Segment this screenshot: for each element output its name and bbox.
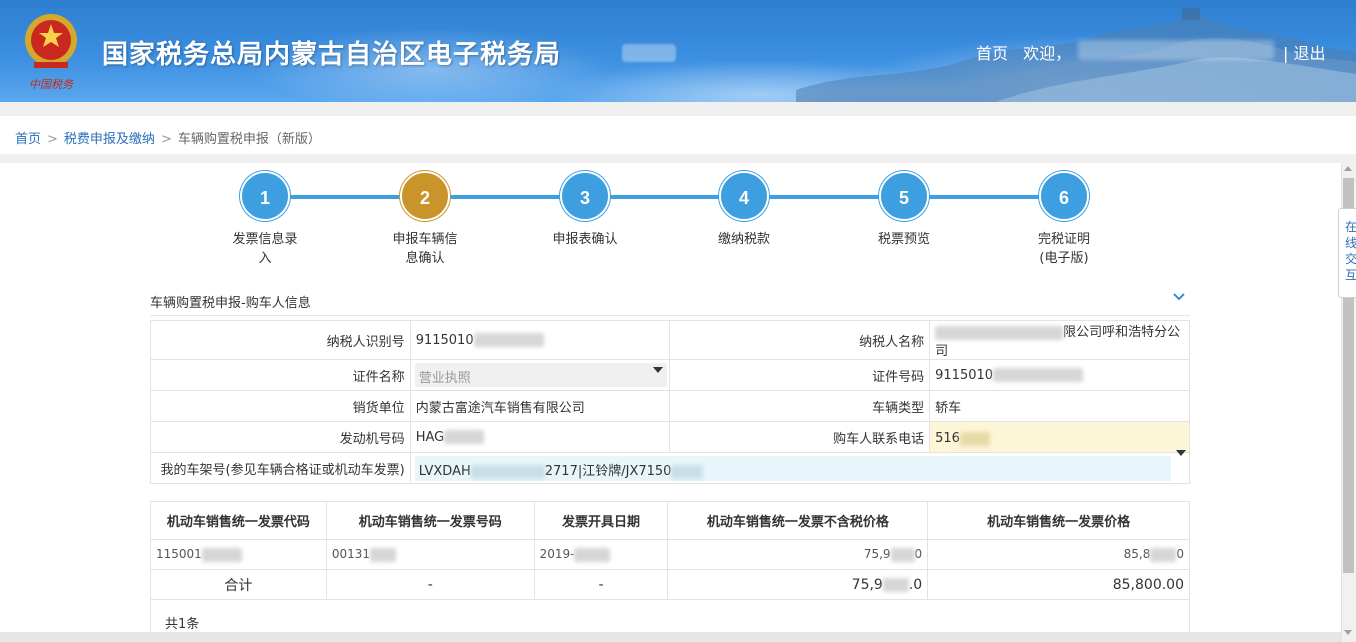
step-label: 税票预览 <box>877 232 930 247</box>
redacted-region <box>993 368 1084 382</box>
redacted-region <box>444 430 485 444</box>
redacted-region <box>1150 547 1177 562</box>
redacted-region <box>959 431 990 446</box>
step-1: 1 发票信息录入 <box>205 171 325 268</box>
breadcrumb-bar: 首页 > 税费申报及缴纳 > 车辆购置税申报（新版） <box>0 116 1356 154</box>
invoice-table: 机动车销售统一发票代码 机动车销售统一发票号码 发票开具日期 机动车销售统一发票… <box>150 501 1190 600</box>
section-title: 车辆购置税申报-购车人信息 <box>150 296 311 311</box>
total-row: 合计 - - 75,9.0 85,800.00 <box>150 569 1190 600</box>
redacted-region <box>470 464 545 479</box>
step-label: 缴纳税款 <box>717 232 770 247</box>
step-6: 6 完税证明 (电子版) <box>1004 171 1124 268</box>
scroll-up-arrow-icon[interactable] <box>1344 166 1352 171</box>
invoice-code: 115001 <box>150 539 327 570</box>
dropdown-arrow-icon[interactable] <box>1176 450 1186 456</box>
scroll-down-arrow-icon[interactable] <box>1344 630 1352 635</box>
step-3: 3 申报表确认 <box>525 171 645 249</box>
step-number: 4 <box>719 171 769 221</box>
step-label: 申报表确认 <box>552 232 618 247</box>
column-header: 机动车销售统一发票不含税价格 <box>667 501 929 540</box>
chevron-down-icon[interactable] <box>1172 290 1186 304</box>
breadcrumb: 首页 > 税费申报及缴纳 > 车辆购置税申报（新版） <box>15 128 321 147</box>
column-header: 机动车销售统一发票价格 <box>927 501 1190 540</box>
engine-no-value: HAG <box>409 421 671 453</box>
taxpayer-name-label: 纳税人名称 <box>669 320 931 360</box>
dropdown-arrow-icon <box>653 367 664 373</box>
redacted-region <box>671 464 704 479</box>
breadcrumb-separator: > <box>160 132 172 147</box>
cert-name-select[interactable]: 营业执照 <box>409 359 671 391</box>
cert-no-label: 证件号码 <box>669 359 931 391</box>
redacted-region <box>370 547 397 562</box>
horizontal-scrollbar[interactable] <box>0 632 1341 642</box>
taxpayer-name-value: 限公司呼和浩特分公司 <box>929 320 1190 360</box>
breadcrumb-separator: > <box>47 132 58 147</box>
taxpayer-id-label: 纳税人识别号 <box>150 320 411 360</box>
online-interaction-tab[interactable]: 在线交互 <box>1338 208 1356 298</box>
step-number: 1 <box>240 171 290 221</box>
redacted-username <box>1078 40 1274 60</box>
step-4: 4 缴纳税款 <box>684 171 804 249</box>
step-label: 完税证明 (电子版) <box>1037 232 1090 266</box>
separator <box>0 102 1356 116</box>
divider <box>150 315 1190 316</box>
national-emblem-icon: 中国税务 <box>25 14 77 91</box>
vehicle-type-label: 车辆类型 <box>669 390 931 422</box>
redacted-region <box>882 577 909 592</box>
buyer-phone-label: 购车人联系电话 <box>669 421 931 453</box>
redacted-region <box>935 325 1064 340</box>
seller-value: 内蒙古富途汽车销售有限公司 <box>409 390 671 422</box>
seller-label: 销货单位 <box>150 390 411 422</box>
table-row: 115001 00131 2019- 75,9 0 85,8 0 <box>150 539 1190 570</box>
total-price-ex-tax: 75,9.0 <box>667 569 929 600</box>
redacted-region <box>473 333 544 347</box>
total-label: 合计 <box>150 569 327 600</box>
record-count: 共1条 <box>165 617 200 632</box>
taxpayer-id-value: 9115010 <box>409 320 671 360</box>
svg-text:中国税务: 中国税务 <box>29 78 74 91</box>
logout-link[interactable]: | 退出 <box>1283 40 1325 64</box>
welcome-text: 欢迎， <box>1023 44 1072 63</box>
step-5: 5 税票预览 <box>844 171 964 249</box>
engine-no-label: 发动机号码 <box>150 421 411 453</box>
cert-name-label: 证件名称 <box>150 359 411 391</box>
redacted-region <box>574 547 611 562</box>
breadcrumb-current: 车辆购置税申报（新版） <box>177 132 321 147</box>
total-date: - <box>533 569 669 600</box>
step-label: 发票信息录入 <box>232 232 298 266</box>
step-label: 申报车辆信 息确认 <box>392 232 458 266</box>
step-number: 6 <box>1039 171 1089 221</box>
vin-label: 我的车架号(参见车辆合格证或机动车发票) <box>150 452 411 484</box>
column-header: 机动车销售统一发票号码 <box>325 501 535 540</box>
redacted-region <box>890 547 915 562</box>
total-number: - <box>325 569 535 600</box>
step-number: 3 <box>560 171 610 221</box>
buyer-info-table: 纳税人识别号 9115010 纳税人名称 限公司呼和浩特分公司 证件名称 营业执… <box>150 320 1191 484</box>
step-2: 2 申报车辆信 息确认 <box>365 171 485 268</box>
invoice-date: 2019- <box>533 539 669 570</box>
column-header: 机动车销售统一发票代码 <box>150 501 327 540</box>
total-price: 85,800.00 <box>927 569 1190 600</box>
separator <box>0 154 1356 163</box>
breadcrumb-tax-filing[interactable]: 税费申报及缴纳 <box>64 132 155 147</box>
redacted-region <box>201 547 242 562</box>
price: 85,8 0 <box>927 539 1190 570</box>
vehicle-type-value: 轿车 <box>929 390 1190 422</box>
column-header: 发票开具日期 <box>533 501 669 540</box>
step-number: 5 <box>879 171 929 221</box>
site-title: 国家税务总局内蒙古自治区电子税务局 <box>102 40 562 70</box>
price-ex-tax: 75,9 0 <box>667 539 929 570</box>
breadcrumb-home[interactable]: 首页 <box>15 132 41 147</box>
buyer-phone-input[interactable]: 516 <box>929 421 1190 453</box>
site-header: 中国税务 国家税务总局内蒙古自治区电子税务局 首页 欢迎， | 退出 <box>0 0 1356 102</box>
invoice-number: 00131 <box>325 539 535 570</box>
home-link[interactable]: 首页 <box>976 40 1008 64</box>
cert-no-value: 9115010 <box>929 359 1190 391</box>
step-number: 2 <box>400 171 450 221</box>
redacted-region <box>622 44 676 62</box>
vin-select[interactable]: LVXDAH 2717|江铃牌/JX7150 <box>409 452 1191 484</box>
